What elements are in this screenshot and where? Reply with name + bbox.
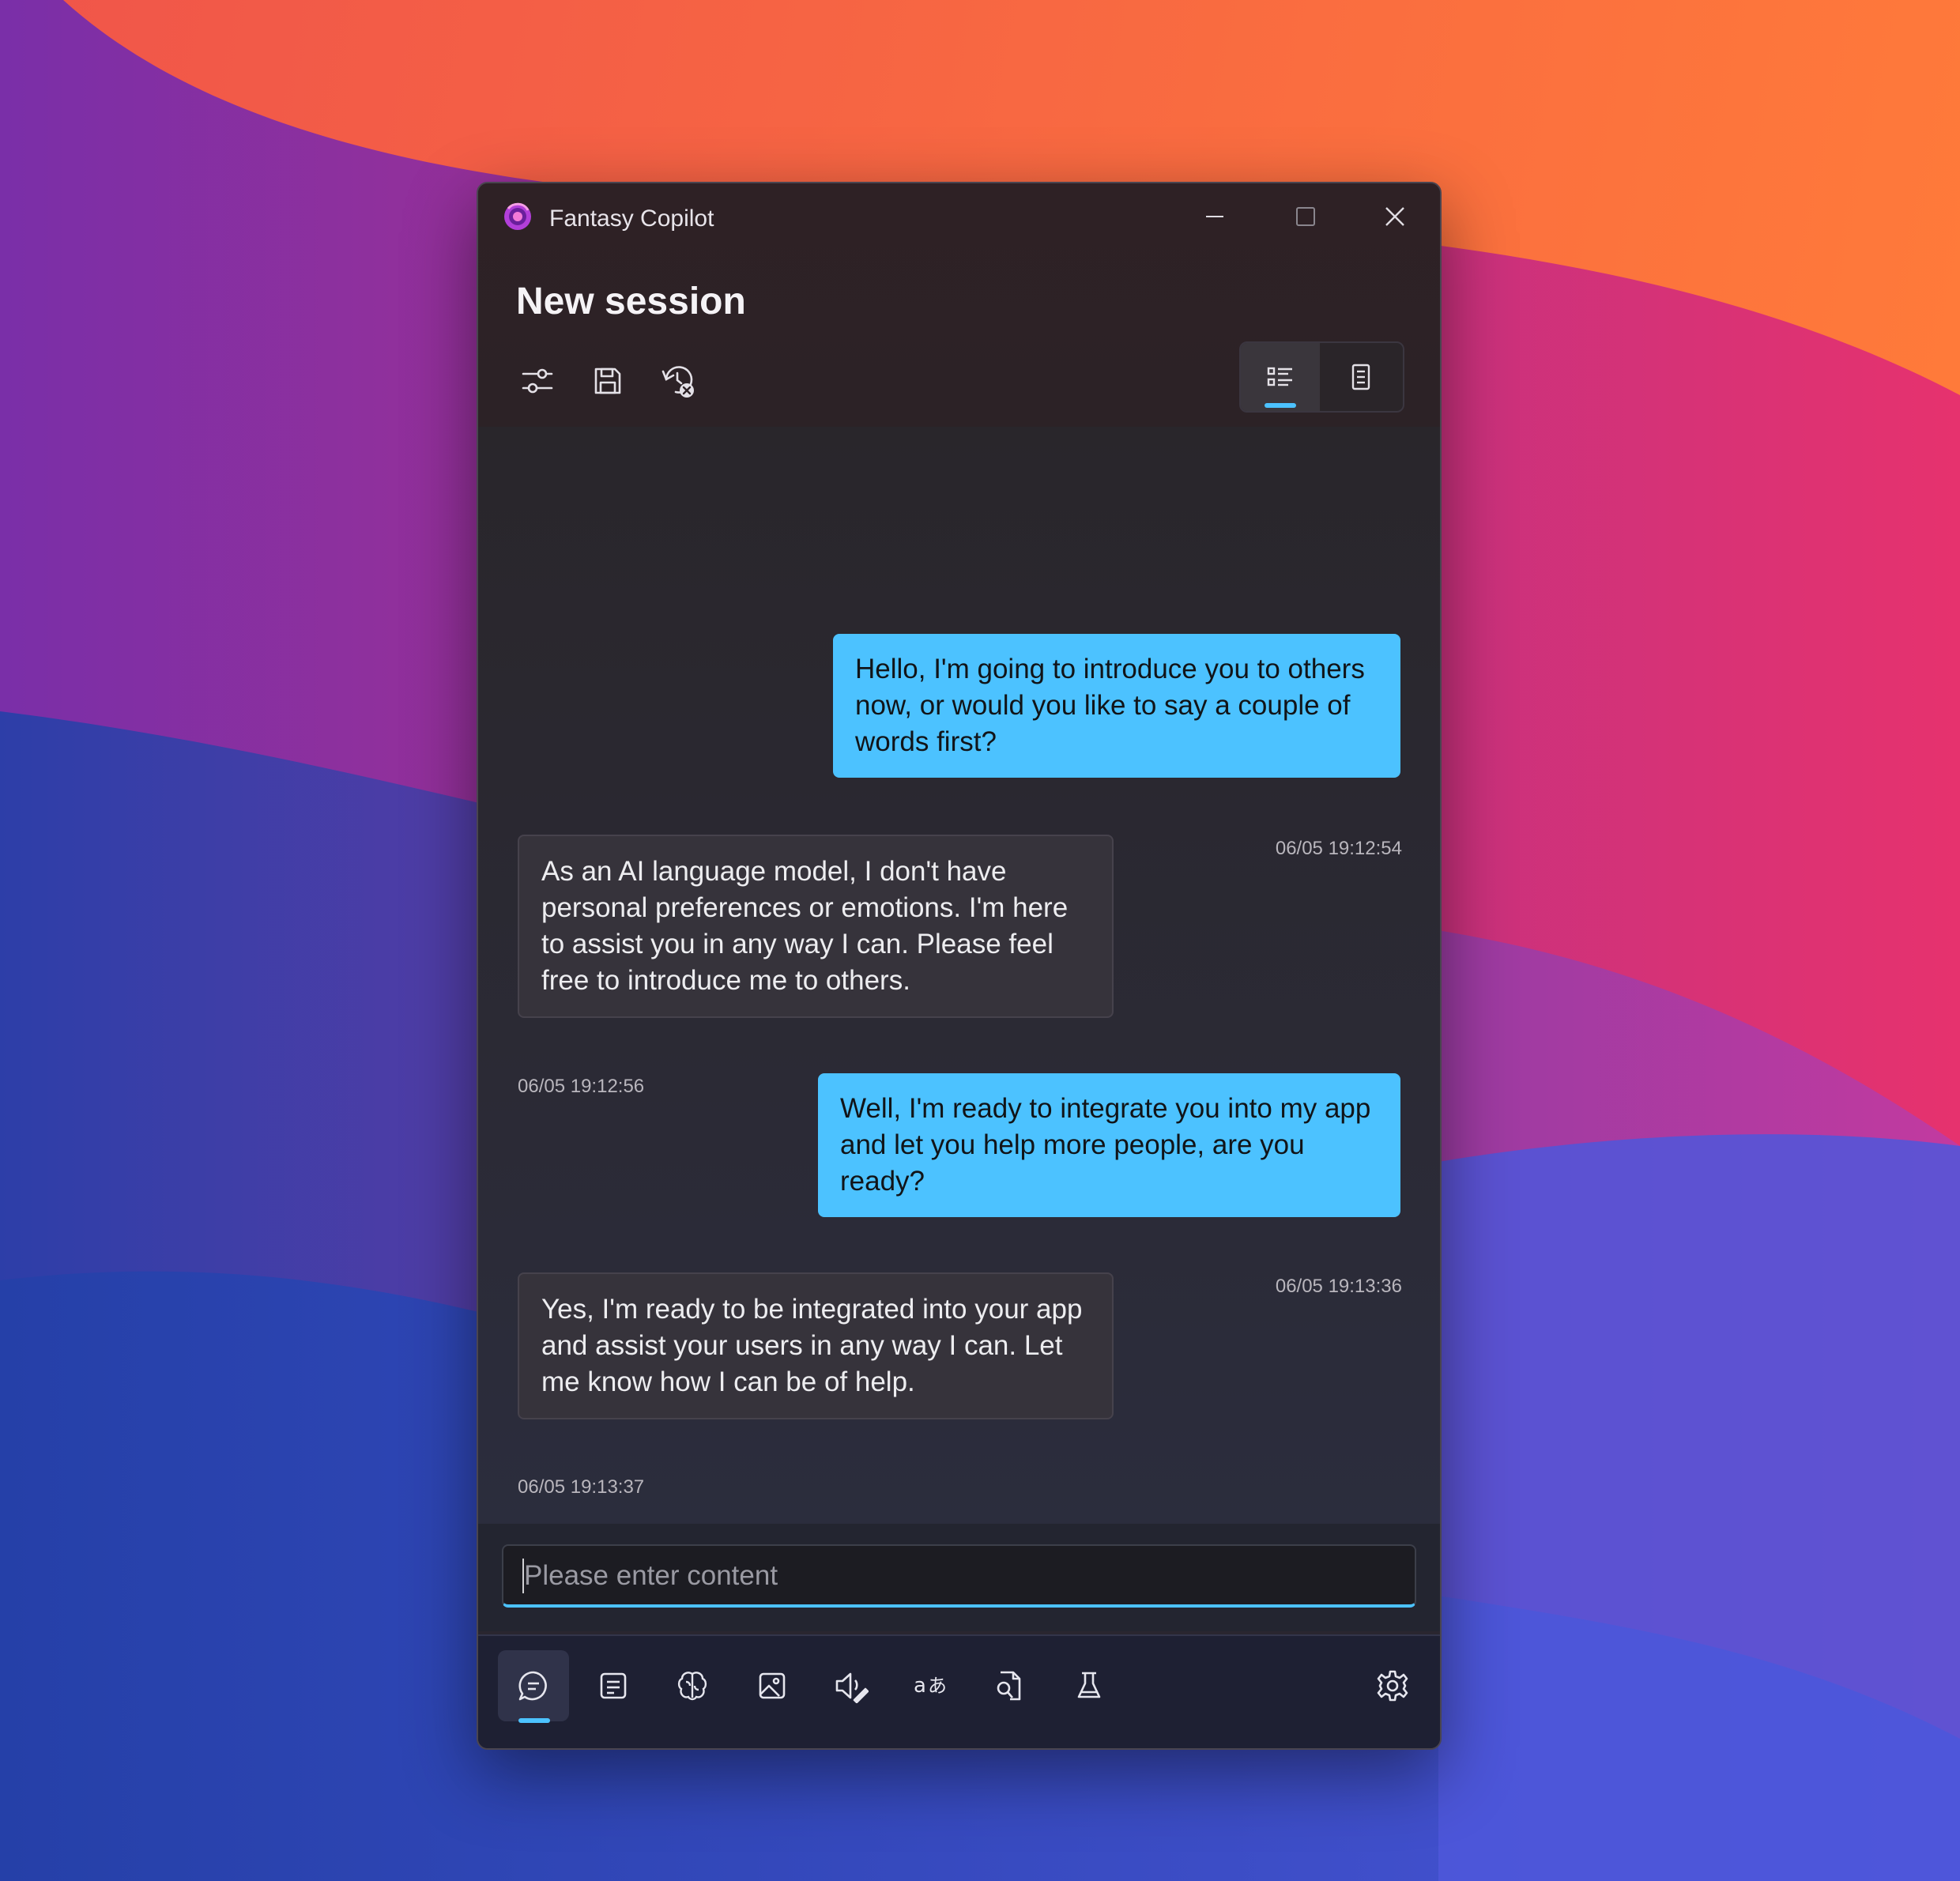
nav-settings[interactable] (1357, 1650, 1428, 1721)
assistant-message-bubble: As an AI language model, I don't have pe… (518, 835, 1114, 1018)
message-input-box[interactable] (502, 1544, 1416, 1608)
nav-voice[interactable] (816, 1650, 887, 1721)
app-title: Fantasy Copilot (549, 205, 714, 232)
view-toggle (1239, 341, 1404, 413)
selected-indicator (1265, 403, 1296, 408)
list-view-toggle[interactable] (1241, 343, 1320, 411)
voice-icon (835, 1672, 869, 1703)
history-clear-icon (662, 366, 694, 398)
translate-icon: a あ (914, 1674, 947, 1698)
assistant-message-bubble: Yes, I'm ready to be integrated into you… (518, 1272, 1114, 1419)
message-assistant: As an AI language model, I don't have pe… (518, 835, 1114, 1018)
header-area: Fantasy Copilot New session (478, 183, 1440, 427)
page-title: New session (516, 281, 746, 322)
nav-file-search[interactable] (974, 1650, 1045, 1721)
selected-indicator (518, 1718, 550, 1723)
list-view-icon (1267, 367, 1292, 386)
knowledge-icon (677, 1672, 707, 1701)
input-area (478, 1524, 1440, 1631)
close-button[interactable] (1370, 194, 1420, 239)
chat-message-list: Hello, I'm going to introduce you to oth… (478, 427, 1440, 1524)
minimize-icon (1206, 216, 1223, 217)
text-caret (522, 1559, 524, 1593)
clear-history-button[interactable] (654, 356, 704, 406)
message-assistant: Yes, I'm ready to be integrated into you… (518, 1272, 1114, 1419)
message-timestamp: 06/05 19:13:37 (518, 1476, 645, 1498)
svg-text:a: a (914, 1674, 926, 1698)
message-timestamp: 06/05 19:12:54 (1275, 838, 1402, 859)
message-input[interactable] (522, 1546, 1395, 1606)
notes-icon (600, 1672, 627, 1699)
message-timestamp: 06/05 19:13:36 (1275, 1276, 1402, 1297)
document-view-icon (1351, 364, 1370, 390)
save-session-button[interactable] (582, 356, 633, 406)
image-icon (759, 1672, 786, 1699)
nav-lab[interactable] (1054, 1650, 1125, 1721)
bottom-navigation: a あ (478, 1634, 1440, 1748)
app-window: Fantasy Copilot New session Hello, I'm g… (477, 182, 1442, 1750)
file-search-icon (997, 1671, 1021, 1701)
nav-chat[interactable] (498, 1650, 569, 1723)
svg-text:あ: あ (928, 1675, 947, 1697)
lab-icon (1077, 1672, 1101, 1698)
chat-icon (518, 1671, 547, 1701)
document-view-toggle[interactable] (1321, 343, 1400, 411)
message-timestamp: 06/05 19:12:56 (518, 1076, 645, 1097)
app-logo-icon (502, 201, 533, 232)
close-icon (1385, 207, 1404, 226)
maximize-icon (1296, 207, 1315, 226)
message-user: Well, I'm ready to integrate you into my… (818, 1073, 1400, 1217)
nav-image[interactable] (737, 1650, 808, 1721)
save-icon (594, 368, 621, 394)
minimize-button[interactable] (1189, 194, 1240, 239)
nav-notes[interactable] (578, 1650, 649, 1721)
session-options-button[interactable] (512, 356, 563, 406)
sliders-icon (522, 368, 553, 394)
settings-icon (1377, 1670, 1408, 1702)
nav-translate[interactable]: a あ (895, 1650, 966, 1721)
user-message-bubble: Well, I'm ready to integrate you into my… (818, 1073, 1400, 1217)
nav-knowledge[interactable] (657, 1650, 728, 1721)
maximize-button[interactable] (1280, 194, 1331, 239)
message-user: Hello, I'm going to introduce you to oth… (833, 634, 1400, 778)
user-message-bubble: Hello, I'm going to introduce you to oth… (833, 634, 1400, 778)
title-bar: Fantasy Copilot (478, 183, 1440, 250)
